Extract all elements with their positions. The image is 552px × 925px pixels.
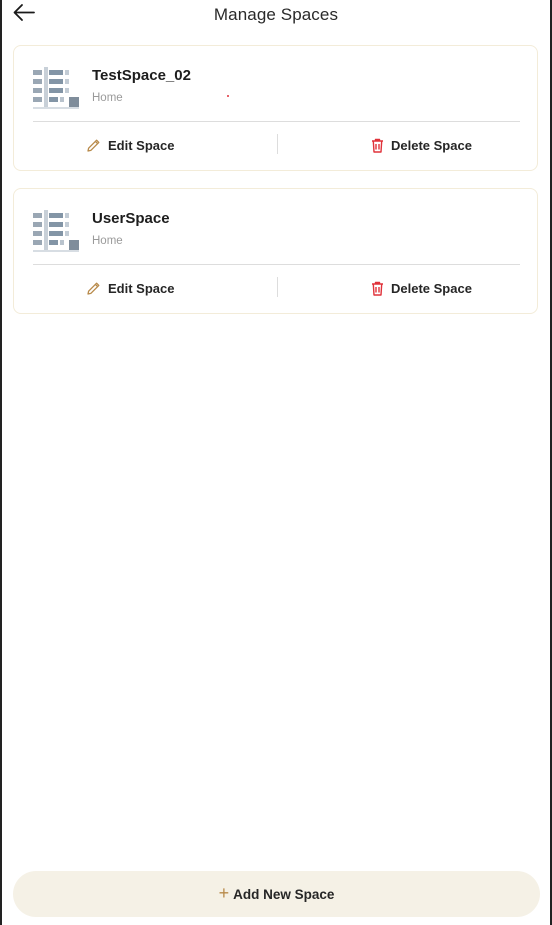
building-icon <box>33 209 79 253</box>
space-name: UserSpace <box>92 210 170 227</box>
space-card: UserSpace Home Edit Space Delete Space <box>13 188 538 314</box>
building-icon <box>33 66 79 110</box>
stray-dot <box>227 95 229 97</box>
pencil-icon <box>87 282 100 295</box>
card-divider <box>33 264 520 265</box>
pencil-icon <box>87 139 100 152</box>
delete-space-button[interactable]: Delete Space <box>371 278 472 298</box>
action-separator <box>277 134 278 154</box>
action-separator <box>277 277 278 297</box>
edit-space-button[interactable]: Edit Space <box>86 278 174 298</box>
card-divider <box>33 121 520 122</box>
delete-space-button[interactable]: Delete Space <box>371 135 472 155</box>
delete-space-label: Delete Space <box>391 137 472 153</box>
space-card: TestSpace_02 Home Edit Space Delete Spac… <box>13 45 538 171</box>
trash-icon <box>372 138 383 153</box>
page-title: Manage Spaces <box>213 5 339 24</box>
plus-icon: + <box>218 882 230 903</box>
add-new-space-label: Add New Space <box>233 886 335 902</box>
edit-space-label: Edit Space <box>108 280 175 296</box>
space-name: TestSpace_02 <box>92 67 191 84</box>
edit-space-button[interactable]: Edit Space <box>86 135 174 155</box>
delete-space-label: Delete Space <box>391 280 472 296</box>
edit-space-label: Edit Space <box>108 137 175 153</box>
space-type: Home <box>92 235 123 247</box>
add-new-space-button[interactable]: + Add New Space <box>13 871 540 917</box>
header-bar: Manage Spaces <box>2 0 550 32</box>
trash-icon <box>372 281 383 296</box>
space-type: Home <box>92 92 123 104</box>
